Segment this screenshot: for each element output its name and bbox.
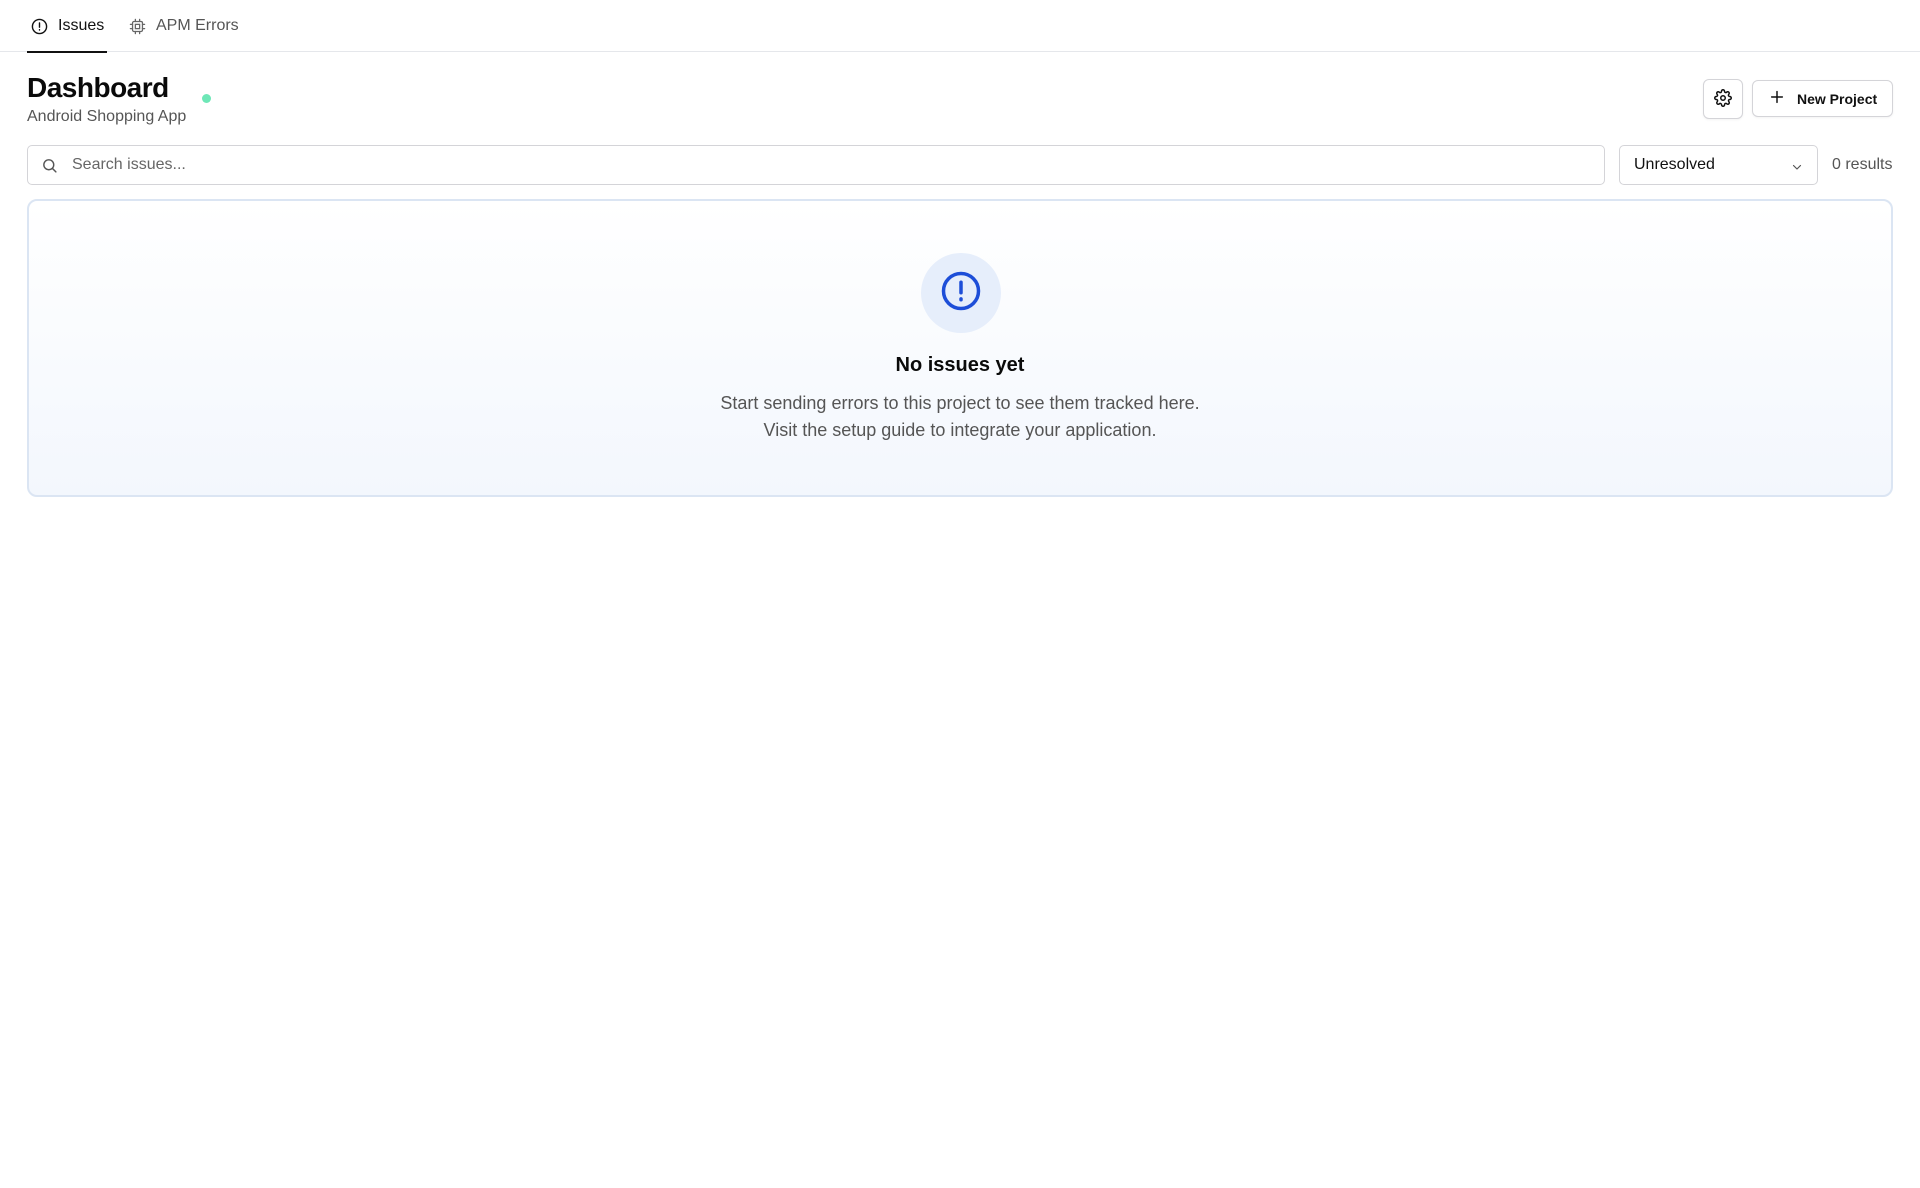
- search-input[interactable]: [72, 146, 1572, 184]
- alert-circle-icon: [31, 18, 48, 35]
- tab-bar: Issues APM Errors: [0, 0, 1920, 53]
- chevron-down-icon: [1791, 160, 1803, 178]
- status-filter-value: Unresolved: [1634, 156, 1715, 173]
- settings-button[interactable]: [1703, 79, 1743, 119]
- empty-state-description-line-2: Visit the setup guide to integrate your …: [763, 420, 1157, 440]
- gear-icon: [1714, 88, 1732, 110]
- empty-state: No issues yet Start sending errors to th…: [27, 199, 1893, 497]
- results-count: 0 results: [1832, 156, 1893, 173]
- tab-issues[interactable]: Issues: [27, 0, 107, 53]
- chip-icon: [129, 18, 146, 35]
- status-indicator: [202, 94, 211, 103]
- project-name: Android Shopping App: [27, 108, 187, 125]
- new-project-label: New Project: [1797, 90, 1878, 107]
- empty-state-icon-circle: [921, 253, 1001, 333]
- plus-icon: [1769, 89, 1785, 108]
- empty-state-description-line-1: Start sending errors to this project to …: [720, 393, 1200, 413]
- status-filter-select[interactable]: Unresolved: [1619, 145, 1818, 185]
- tab-apm-errors[interactable]: APM Errors: [129, 0, 239, 52]
- dashboard-page: Issues APM Errors Dashboard Android Shop…: [0, 0, 1920, 1188]
- tab-apm-errors-label: APM Errors: [156, 17, 239, 34]
- new-project-button[interactable]: New Project: [1752, 80, 1893, 117]
- empty-state-title: No issues yet: [895, 354, 1025, 376]
- search-box: [27, 145, 1605, 185]
- tab-issues-label: Issues: [58, 17, 105, 34]
- alert-circle-icon: [940, 270, 982, 317]
- page-title: Dashboard: [27, 72, 169, 103]
- search-icon: [41, 157, 58, 179]
